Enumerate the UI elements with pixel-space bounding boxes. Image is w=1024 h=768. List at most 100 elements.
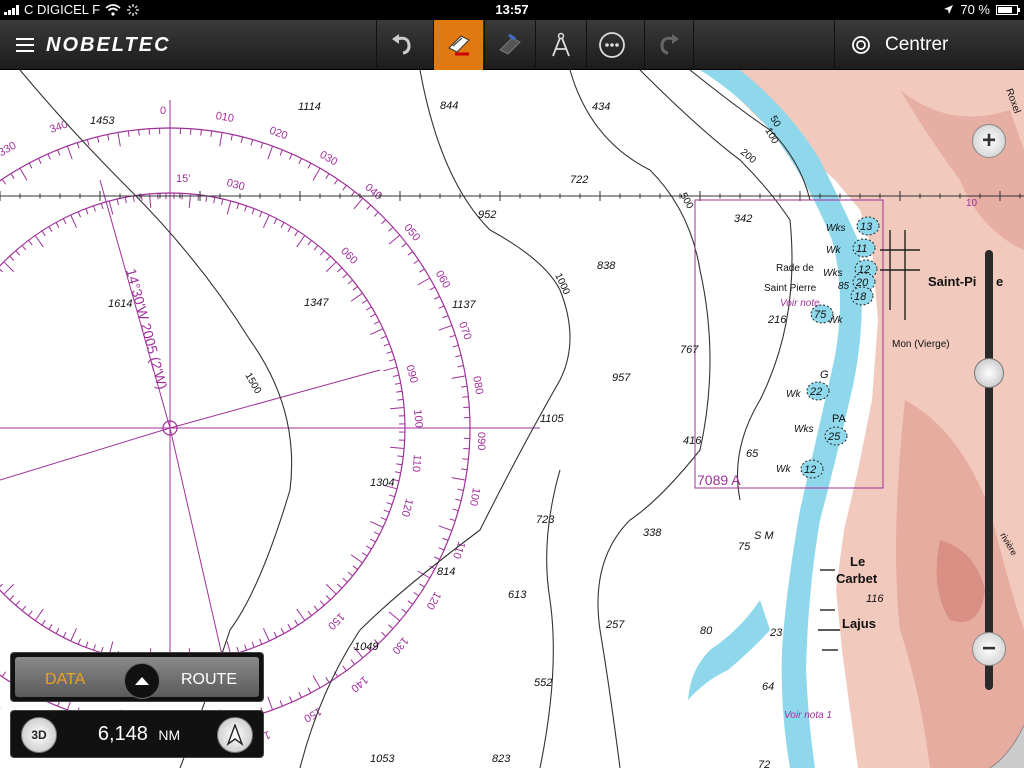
zoom-track[interactable] — [985, 250, 993, 690]
rose-outer-tick — [413, 259, 419, 265]
rose-outer-tick — [289, 696, 293, 703]
rose-inner-tick — [397, 398, 404, 401]
rose-outer-tick — [388, 234, 401, 245]
rose-outer-tick — [279, 149, 283, 156]
rose-inner-tick — [337, 583, 343, 589]
north-up-button[interactable] — [217, 717, 253, 753]
rose-inner-tick — [388, 358, 395, 362]
rose-inner-tick — [21, 605, 27, 611]
location-arrow-icon — [944, 5, 954, 14]
rose-outer-tick — [230, 134, 233, 141]
rose-inner-tick — [9, 255, 15, 261]
page-curl-icon[interactable] — [990, 725, 1024, 768]
rose-inner-tick — [62, 218, 67, 225]
rose-inner-tick — [0, 268, 3, 273]
rose-inner-tick — [244, 205, 247, 212]
rose-outer-label: 210 — [0, 696, 3, 716]
wreck-label: Wks — [794, 424, 813, 435]
rose-outer-tick — [373, 211, 379, 217]
rose-inner-tick — [280, 628, 285, 634]
rose-outer-tick — [1, 671, 7, 677]
rose-outer-tick — [462, 396, 469, 398]
data-tab[interactable]: DATA — [45, 671, 85, 689]
rose-inner-tick — [373, 531, 380, 536]
data-route-panel: DATA ROUTE — [10, 652, 264, 702]
rose-inner-tick — [396, 390, 403, 393]
redo-arrow-icon — [660, 34, 679, 55]
rose-outer-tick — [1, 179, 7, 185]
boat-button[interactable] — [484, 20, 534, 70]
zoom-slider-thumb[interactable] — [974, 358, 1004, 388]
rose-outer-tick — [438, 525, 453, 532]
measure-button[interactable] — [535, 20, 585, 70]
battery-percent: 70 % — [960, 2, 990, 17]
boat-draw-button[interactable] — [433, 20, 483, 70]
redo-button[interactable] — [644, 20, 694, 70]
more-button[interactable] — [586, 20, 636, 70]
bottom-status-panel: 3D 6,148 NM — [10, 710, 264, 758]
rose-outer-label: 010 — [215, 110, 235, 125]
depth-sounding: 722 — [570, 174, 588, 186]
rose-outer-tick — [419, 583, 425, 588]
battery-group: 70 % — [943, 2, 1020, 17]
rose-inner-tick — [34, 235, 44, 248]
rose-outer-tick — [353, 197, 364, 210]
undo-button[interactable] — [376, 20, 426, 70]
rose-outer-tick — [407, 600, 413, 605]
contour-label: 1000 — [552, 272, 572, 297]
rose-inner-label: 090 — [403, 364, 419, 385]
centrer-button[interactable]: Centrer — [834, 20, 1024, 70]
rose-inner-tick — [370, 520, 384, 528]
rose-inner-tick — [93, 644, 96, 651]
rose-inner-tick — [366, 306, 372, 311]
contour-label: 500 — [677, 191, 695, 211]
rose-outer-tick — [350, 659, 356, 665]
rose-inner-tick — [294, 619, 299, 626]
rose-outer-tick — [117, 132, 121, 147]
boat-pencil-icon — [447, 35, 470, 56]
rose-inner-tick — [9, 595, 15, 601]
rose-inner-tick — [394, 382, 401, 385]
rose-inner-tick — [85, 641, 89, 648]
place-sm: S M — [754, 530, 774, 542]
place-saint-pierre-rade: Saint Pierre — [764, 283, 817, 294]
zoom-in-button[interactable]: + — [972, 124, 1006, 158]
rose-outer-tick — [298, 692, 302, 698]
wreck-depth: 22 — [809, 386, 822, 398]
rose-outer-tick — [333, 179, 339, 185]
depth-sounding: 80 — [700, 625, 713, 637]
rose-outer-tick — [388, 226, 394, 232]
rose-inner-tick — [273, 631, 278, 638]
rose-outer-tick — [429, 286, 436, 291]
rose-inner-tick — [383, 509, 390, 513]
rose-outer-label: 110 — [450, 540, 467, 561]
rose-inner-tick — [48, 226, 53, 232]
wreck-label: Wks — [823, 268, 842, 279]
place-lajus: Lajus — [842, 616, 876, 631]
contour-label: 200 — [738, 147, 758, 166]
rose-outer-tick — [127, 130, 130, 137]
rose-outer-tick — [260, 142, 264, 149]
rose-inner-tick — [370, 328, 384, 336]
battery-icon — [996, 4, 1020, 15]
ellipsis-icon — [598, 32, 625, 58]
menu-icon[interactable] — [16, 38, 34, 52]
rose-inner-tick — [352, 565, 358, 570]
rose-inner-tick — [21, 245, 27, 251]
depth-sounding: 1049 — [354, 641, 378, 653]
rose-inner-tick — [85, 208, 89, 215]
rose-inner-tick — [386, 351, 393, 354]
rose-inner-tick — [3, 261, 15, 273]
3d-mode-button[interactable]: 3D — [21, 717, 57, 753]
rose-outer-tick — [342, 665, 347, 671]
rose-inner-tick — [273, 218, 278, 225]
depth-sounding: 723 — [536, 514, 555, 526]
rose-inner-tick — [108, 200, 114, 215]
rose-inner-tick — [262, 214, 270, 228]
depth-sounding: 838 — [597, 260, 616, 272]
battery-fill — [998, 6, 1012, 13]
route-tab[interactable]: ROUTE — [181, 671, 237, 689]
rose-inner-tick — [100, 203, 104, 210]
zoom-out-button[interactable]: − — [972, 632, 1006, 666]
panel-toggle-button[interactable] — [124, 663, 160, 699]
